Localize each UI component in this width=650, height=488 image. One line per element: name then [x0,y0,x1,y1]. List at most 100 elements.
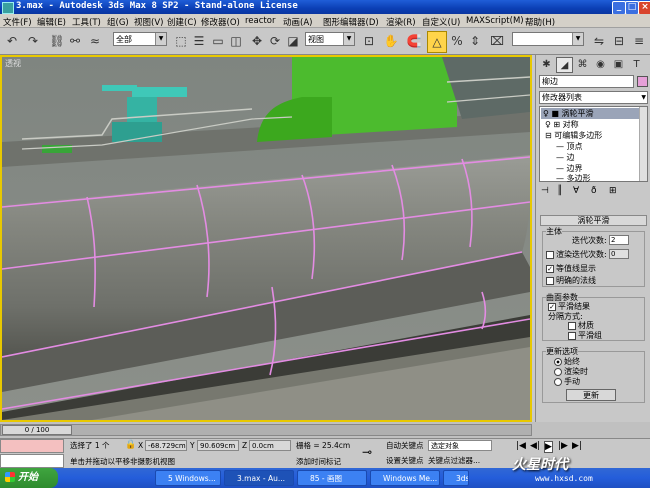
selection-filter-dropdown[interactable]: 全部 ▼ [113,32,167,46]
go-to-start-icon[interactable]: |◀ [516,441,526,451]
menu-edit[interactable]: 编辑(E) [37,16,66,28]
menu-tools[interactable]: 工具(T) [72,16,101,28]
expand-icon[interactable]: ⊟ [545,131,552,140]
menu-help[interactable]: 帮助(H) [525,16,555,28]
ref-coord-dropdown[interactable]: 视图 ▼ [305,32,355,46]
stack-scrollbar[interactable] [639,107,647,181]
align-icon[interactable]: ⊟ [610,31,628,51]
pivot-center-icon[interactable]: ⊡ [360,31,378,51]
menu-create[interactable]: 创建(C) [167,16,197,28]
go-to-end-icon[interactable]: ▶| [572,441,582,451]
manually-radio[interactable] [554,378,562,386]
redo-icon[interactable]: ↷ [24,31,42,51]
create-tab-icon[interactable]: ✱ [538,57,555,73]
menu-maxscript[interactable]: MAXScript(M) [466,16,524,26]
minimize-button[interactable]: _ [612,1,626,15]
update-button[interactable]: 更新 [566,389,616,401]
smoothing-groups-checkbox[interactable] [568,332,576,340]
set-key-button[interactable]: 设置关键点 [386,456,424,466]
menu-customize[interactable]: 自定义(U) [422,16,460,28]
taskbar-item-messenger[interactable]: Windows Me... [370,470,440,486]
iterations-spinner[interactable]: 2 [609,235,629,245]
lock-selection-icon[interactable]: 🔒 [125,440,136,450]
object-name-field[interactable]: 柳边 [539,75,634,88]
render-iters-spinner[interactable]: 0 [609,249,629,259]
add-time-tag[interactable]: 添加时间标记 [296,457,341,467]
layer-manager-icon[interactable]: ≡ [630,31,648,51]
show-end-result-icon[interactable]: ║ [557,186,562,196]
percent-snap-icon[interactable]: % [448,31,466,51]
select-manipulate-icon[interactable]: ✋ [382,31,400,51]
angle-snap-icon[interactable]: △ [427,31,447,53]
menu-rendering[interactable]: 渲染(R) [386,16,416,28]
named-selection-icon[interactable]: ⌧ [488,31,506,51]
menu-views[interactable]: 视图(V) [134,16,163,28]
undo-icon[interactable]: ↶ [3,31,21,51]
time-slider-thumb[interactable]: 0 / 100 [2,425,72,435]
menu-reactor[interactable]: reactor [245,16,275,26]
modifier-list-dropdown[interactable]: 修改器列表 ▼ [539,91,648,104]
stack-item-edge[interactable]: — 边 [542,152,575,163]
modify-tab-icon[interactable]: ◢ [556,57,573,73]
snap-icon[interactable]: 🧲 [405,31,423,51]
play-icon[interactable]: ▶ [544,441,553,453]
materials-checkbox[interactable] [568,322,576,330]
bind-spacewarp-icon[interactable]: ≈ [86,31,104,51]
menu-modifiers[interactable]: 修改器(O) [201,16,240,28]
menu-graph-editors[interactable]: 图形编辑器(D) [323,16,379,28]
display-tab-icon[interactable]: ▣ [610,57,627,73]
remove-modifier-icon[interactable]: ð [591,186,597,196]
spinner-snap-icon[interactable]: ⇕ [466,31,484,51]
move-icon[interactable]: ✥ [248,31,266,51]
motion-tab-icon[interactable]: ◉ [592,57,609,73]
selected-set-dropdown[interactable]: 选定对象 [428,440,492,451]
time-slider-track[interactable] [0,424,532,436]
y-coordinate-field[interactable]: 90.609cm [197,440,239,451]
rect-selection-icon[interactable]: ▭ [209,31,227,51]
stack-item-polygon[interactable]: — 多边形 [542,173,591,184]
window-crossing-icon[interactable]: ◫ [227,31,245,51]
configure-sets-icon[interactable]: ⊞ [609,186,617,196]
close-button[interactable]: × [638,1,650,15]
taskbar-item-paint[interactable]: 85 - 画图 [297,470,367,486]
mirror-icon[interactable]: ⇋ [590,31,608,51]
named-selection-sets-dropdown[interactable]: ▼ [512,32,584,46]
always-radio[interactable] [554,358,562,366]
render-iters-checkbox[interactable] [546,251,554,259]
light-bulb-icon[interactable]: ♀ [543,109,549,118]
viewport-label[interactable]: 透视 [5,58,21,69]
explicit-normals-checkbox[interactable] [546,277,554,285]
stack-item-vertex[interactable]: — 顶点 [542,141,583,152]
taskbar-item-windows[interactable]: 5 Windows... [155,470,221,486]
time-slider[interactable]: 0 / 100 [0,422,650,438]
taskbar-item-3dsmax[interactable]: 3.max - Au... [224,470,294,486]
when-rendering-radio[interactable] [554,368,562,376]
x-coordinate-field[interactable]: -68.729cm [145,440,187,451]
maximize-button[interactable]: □ [625,1,639,15]
maxscript-mini-listener[interactable] [0,454,64,468]
scale-icon[interactable]: ◪ [284,31,302,51]
rollout-header[interactable]: 涡轮平滑 [540,215,647,226]
unlink-icon[interactable]: ⚯ [66,31,84,51]
smooth-result-checkbox[interactable]: ✓ [548,303,556,311]
hierarchy-tab-icon[interactable]: ⌘ [574,57,591,73]
maxscript-listener[interactable] [0,439,64,453]
next-frame-icon[interactable]: |▶ [558,441,568,451]
auto-key-button[interactable]: 自动关键点 [386,441,424,451]
menu-group[interactable]: 组(G) [107,16,129,28]
utilities-tab-icon[interactable]: T [628,57,645,73]
menu-file[interactable]: 文件(F) [3,16,32,28]
link-icon[interactable]: ⛓ [48,31,66,51]
stack-item-turbosmooth[interactable]: ♀ ■ 涡轮平滑 [541,108,641,119]
taskbar-item-extra[interactable]: 3dsmax... [443,470,469,486]
previous-frame-icon[interactable]: ◀| [530,441,540,451]
stack-item-editable-poly[interactable]: ⊟ 可编辑多边形 [542,130,602,141]
perspective-viewport[interactable]: 透视 [0,55,532,422]
object-color-swatch[interactable] [637,76,648,87]
select-object-icon[interactable]: ⬚ [172,31,190,51]
make-unique-icon[interactable]: ∀ [573,186,579,196]
menu-animation[interactable]: 动画(A) [283,16,312,28]
isoline-checkbox[interactable]: ✓ [546,265,554,273]
key-filters-button[interactable]: 关键点过滤器... [428,456,480,466]
stack-item-symmetry[interactable]: ♀ ⊞ 对称 [542,119,579,130]
